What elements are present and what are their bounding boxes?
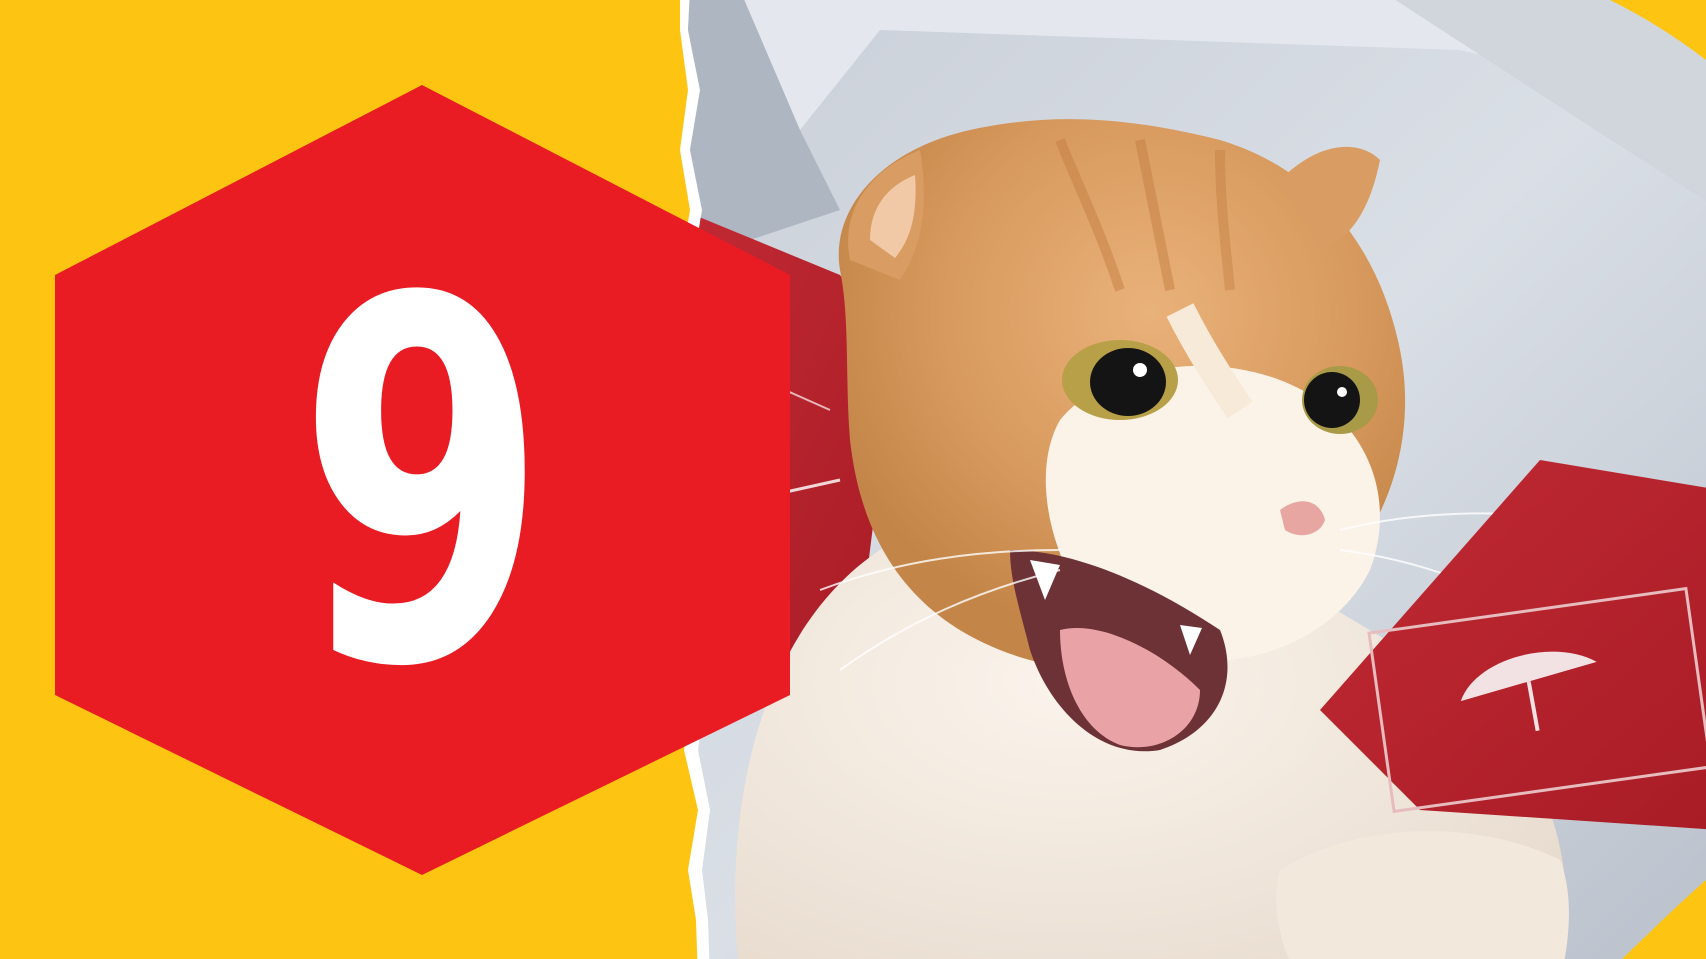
thumbnail-canvas: 9 [0,0,1706,959]
number-badge: 9 [55,85,790,875]
cat-photo [680,0,1706,959]
badge-number: 9 [297,194,548,776]
